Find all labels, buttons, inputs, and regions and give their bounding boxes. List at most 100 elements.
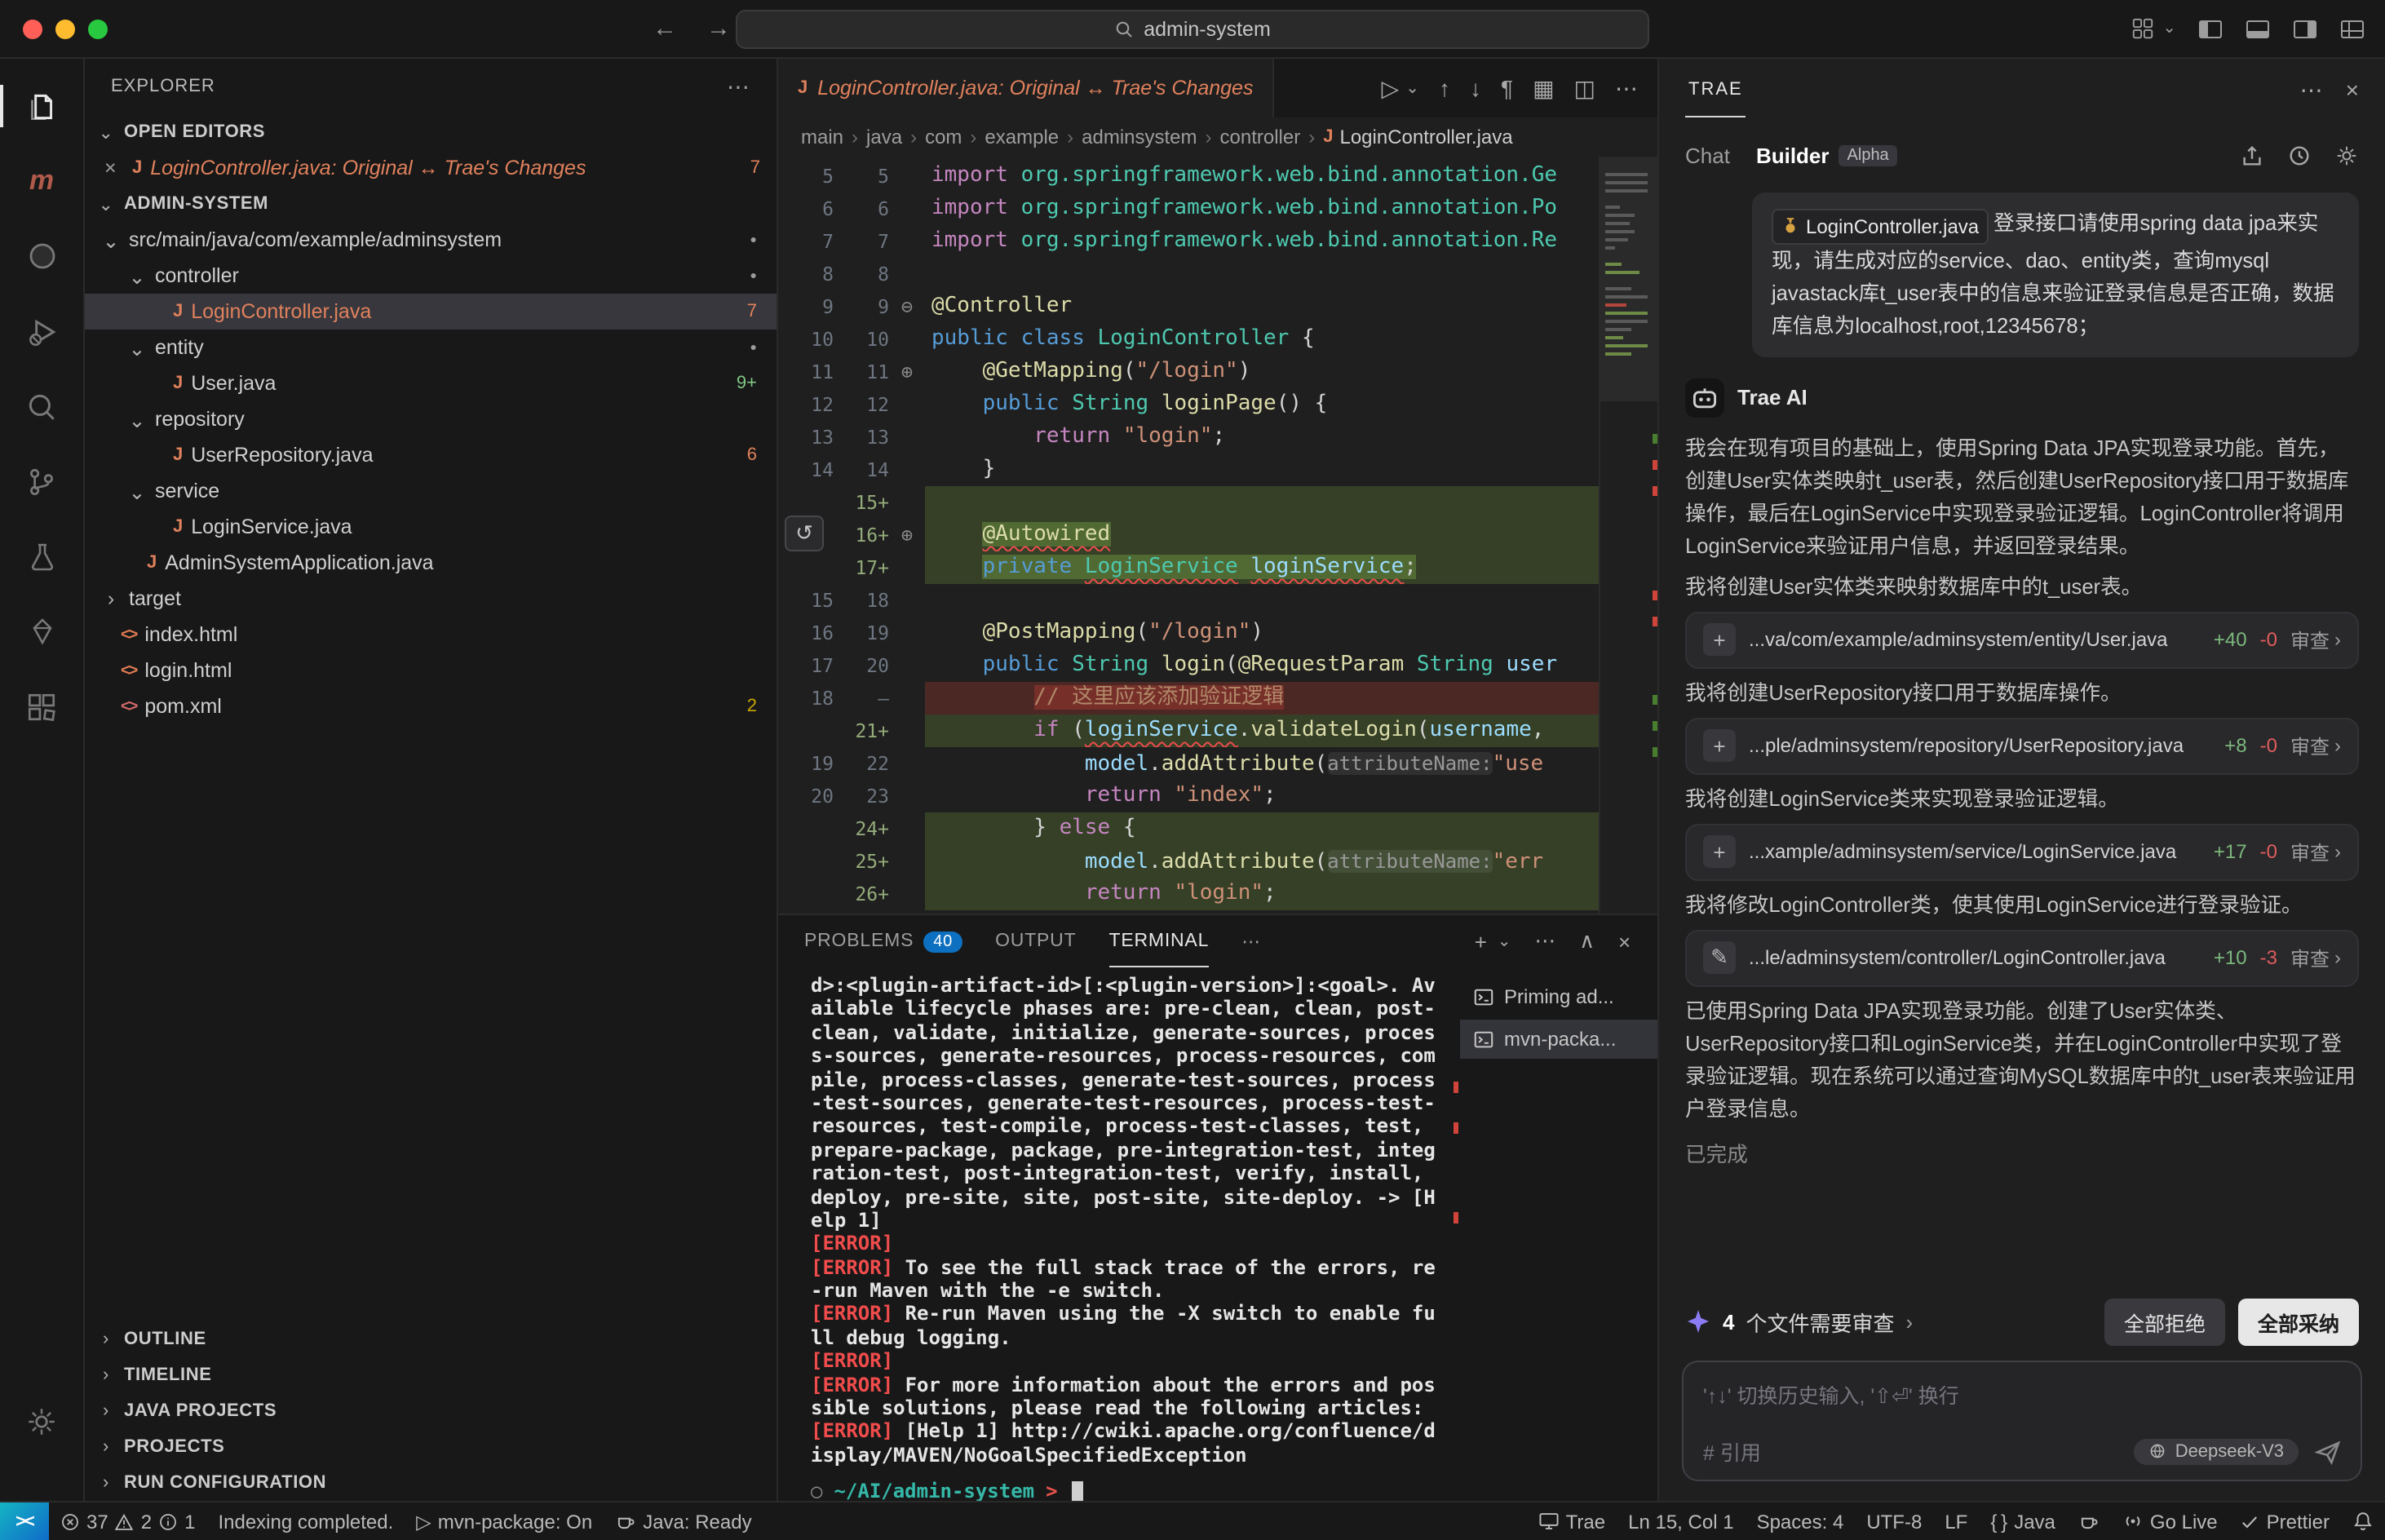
notifications[interactable] bbox=[2341, 1502, 2385, 1540]
toggle-sidebar-icon[interactable] bbox=[2197, 15, 2223, 42]
cursor-position[interactable]: Ln 15, Col 1 bbox=[1617, 1502, 1745, 1540]
chat-thread[interactable]: LoginController.java 登录接口请使用spring data … bbox=[1659, 189, 2385, 1289]
extens​ions-button[interactable] bbox=[0, 669, 83, 744]
circle-plugin-button[interactable] bbox=[0, 219, 83, 294]
tree-item[interactable]: JUserRepository.java6 bbox=[85, 437, 777, 473]
terminal-session[interactable]: mvn-packa... bbox=[1460, 1020, 1657, 1059]
breadcrumb-item[interactable]: JLoginController.java bbox=[1323, 126, 1512, 148]
tab-output[interactable]: OUTPUT bbox=[995, 915, 1076, 967]
tree-item[interactable]: ⌄entity● bbox=[85, 330, 777, 365]
mvn-status[interactable]: ▷ mvn-package: On bbox=[405, 1502, 604, 1540]
reject-all-button[interactable]: 全部拒绝 bbox=[2104, 1298, 2225, 1345]
java-icon-status[interactable] bbox=[2067, 1502, 2111, 1540]
command-center-search[interactable]: admin-system bbox=[736, 10, 1649, 49]
breadcrumb-item[interactable]: example bbox=[985, 126, 1059, 148]
close-icon[interactable]: × bbox=[104, 157, 124, 179]
breadcrumb-item[interactable]: com bbox=[925, 126, 962, 148]
search-activity-button[interactable] bbox=[0, 369, 83, 444]
tree-item[interactable]: <>pom.xml2 bbox=[85, 688, 777, 724]
terminal-output[interactable]: d>:<plugin-artifact-id>[:<plugin-version… bbox=[778, 967, 1460, 1501]
chevron-down-icon[interactable]: ⌄ bbox=[2162, 20, 2176, 38]
panel-more-icon[interactable]: ⋯ bbox=[1534, 928, 1556, 954]
sidebar-section-projects[interactable]: ›PROJECTS bbox=[85, 1429, 777, 1465]
gear-icon[interactable] bbox=[2334, 143, 2359, 167]
toggle-panel-icon[interactable] bbox=[2245, 15, 2271, 42]
go-live[interactable]: Go Live bbox=[2111, 1502, 2229, 1540]
breadcrumb-item[interactable]: adminsystem bbox=[1082, 126, 1197, 148]
panel-more-tabs-icon[interactable]: ⋯ bbox=[1241, 915, 1261, 967]
project-section[interactable]: ⌄ ADMIN-SYSTEM bbox=[85, 186, 777, 222]
more-actions-icon[interactable]: ⋯ bbox=[1615, 74, 1638, 102]
explorer-activity-button[interactable] bbox=[0, 69, 83, 144]
chevron-right-icon[interactable]: › bbox=[1906, 1309, 1914, 1334]
diff-editor[interactable]: 55import org.springframework.web.bind.an… bbox=[778, 157, 1657, 914]
review-button[interactable]: 审查› bbox=[2290, 626, 2341, 653]
minimize-window-button[interactable] bbox=[55, 19, 75, 38]
source-control-button[interactable] bbox=[0, 444, 83, 519]
breadcrumb-item[interactable]: controller bbox=[1220, 126, 1301, 148]
problems-status[interactable]: 37 2 1 bbox=[49, 1502, 206, 1540]
file-review-card[interactable]: +...xample/adminsystem/service/LoginServ… bbox=[1685, 823, 2359, 880]
tree-item[interactable]: <>login.html bbox=[85, 653, 777, 688]
split-editor-icon[interactable]: ◫ bbox=[1574, 74, 1595, 102]
eol[interactable]: LF bbox=[1933, 1502, 1979, 1540]
indentation[interactable]: Spaces: 4 bbox=[1746, 1502, 1856, 1540]
breadcrumb[interactable]: main›java›com›example›adminsystem›contro… bbox=[778, 117, 1657, 157]
tab-chat[interactable]: Chat bbox=[1685, 143, 1730, 167]
tab-problems[interactable]: PROBLEMS 40 bbox=[804, 915, 962, 967]
encoding[interactable]: UTF-8 bbox=[1855, 1502, 1933, 1540]
terminal-dropdown-icon[interactable]: ⌄ bbox=[1498, 932, 1512, 950]
open-editor-item[interactable]: × J LoginController.java: Original ↔ Tra… bbox=[85, 150, 777, 186]
review-button[interactable]: 审查› bbox=[2290, 944, 2341, 971]
language-mode[interactable]: { } Java bbox=[1979, 1502, 2067, 1540]
toggle-secondary-sidebar-icon[interactable] bbox=[2292, 15, 2318, 42]
revert-change-button[interactable]: ↺ bbox=[785, 516, 824, 551]
gem-plugin-button[interactable] bbox=[0, 594, 83, 669]
tree-item[interactable]: JLoginController.java7 bbox=[85, 294, 777, 330]
tree-item[interactable]: JAdminSystemApplication.java bbox=[85, 545, 777, 581]
open-changes-icon[interactable]: ▦ bbox=[1533, 74, 1554, 102]
tree-item[interactable]: ⌄repository bbox=[85, 401, 777, 437]
tab-builder[interactable]: Builder Alpha bbox=[1756, 143, 1897, 167]
file-review-card[interactable]: +...va/com/example/adminsystem/entity/Us… bbox=[1685, 611, 2359, 668]
chat-input[interactable]: '↑↓' 切换历史输入, '⇧⏎' 换行 # 引用 Deepseek-V3 bbox=[1682, 1361, 2362, 1481]
reference-button[interactable]: # 引用 bbox=[1703, 1436, 1761, 1467]
send-icon[interactable] bbox=[2315, 1438, 2341, 1464]
terminal-session[interactable]: Priming ad... bbox=[1460, 977, 1657, 1016]
run-dropdown-icon[interactable]: ⌄ bbox=[1405, 79, 1419, 97]
new-terminal-icon[interactable]: + bbox=[1475, 929, 1488, 954]
tab-terminal[interactable]: TERMINAL bbox=[1108, 915, 1209, 967]
open-editors-section[interactable]: ⌄ OPEN EDITORS bbox=[85, 114, 777, 150]
breadcrumb-item[interactable]: java bbox=[866, 126, 902, 148]
editor-tab[interactable]: J LoginController.java: Original ↔ Trae'… bbox=[778, 59, 1274, 117]
model-selector[interactable]: Deepseek-V3 bbox=[2135, 1438, 2299, 1464]
prettier-status[interactable]: Prettier bbox=[2229, 1502, 2341, 1540]
history-icon[interactable] bbox=[2287, 143, 2312, 167]
forward-icon[interactable]: → bbox=[706, 15, 731, 42]
tree-item[interactable]: JLoginService.java bbox=[85, 509, 777, 545]
apps-grid-icon[interactable] bbox=[2130, 16, 2154, 41]
maximize-panel-icon[interactable]: ∧ bbox=[1579, 928, 1595, 954]
file-review-card[interactable]: +...ple/adminsystem/repository/UserRepos… bbox=[1685, 717, 2359, 774]
breadcrumb-item[interactable]: main bbox=[801, 126, 843, 148]
tree-item[interactable]: JUser.java9+ bbox=[85, 365, 777, 401]
sidebar-section-outline[interactable]: ›OUTLINE bbox=[85, 1321, 777, 1357]
close-panel-icon[interactable]: × bbox=[2346, 76, 2359, 104]
trae-status[interactable]: Trae bbox=[1527, 1502, 1617, 1540]
file-reference-chip[interactable]: LoginController.java bbox=[1772, 208, 1989, 244]
next-change-icon[interactable]: ↓ bbox=[1470, 75, 1481, 101]
export-icon[interactable] bbox=[2240, 143, 2264, 167]
maximize-window-button[interactable] bbox=[88, 19, 108, 38]
whitespace-icon[interactable]: ¶ bbox=[1501, 75, 1513, 101]
indexing-status[interactable]: Indexing completed. bbox=[206, 1502, 405, 1540]
accept-all-button[interactable]: 全部采纳 bbox=[2238, 1298, 2359, 1345]
minimap-slider[interactable] bbox=[1600, 157, 1657, 401]
run-debug-button[interactable] bbox=[0, 294, 83, 369]
m-plugin-button[interactable]: m bbox=[0, 144, 83, 219]
java-status[interactable]: Java: Ready bbox=[604, 1502, 763, 1540]
prev-change-icon[interactable]: ↑ bbox=[1439, 75, 1450, 101]
sidebar-section-java-projects[interactable]: ›JAVA PROJECTS bbox=[85, 1393, 777, 1429]
sidebar-section-timeline[interactable]: ›TIMELINE bbox=[85, 1357, 777, 1393]
tree-item[interactable]: ⌄controller● bbox=[85, 258, 777, 294]
tree-item[interactable]: ›target bbox=[85, 581, 777, 617]
